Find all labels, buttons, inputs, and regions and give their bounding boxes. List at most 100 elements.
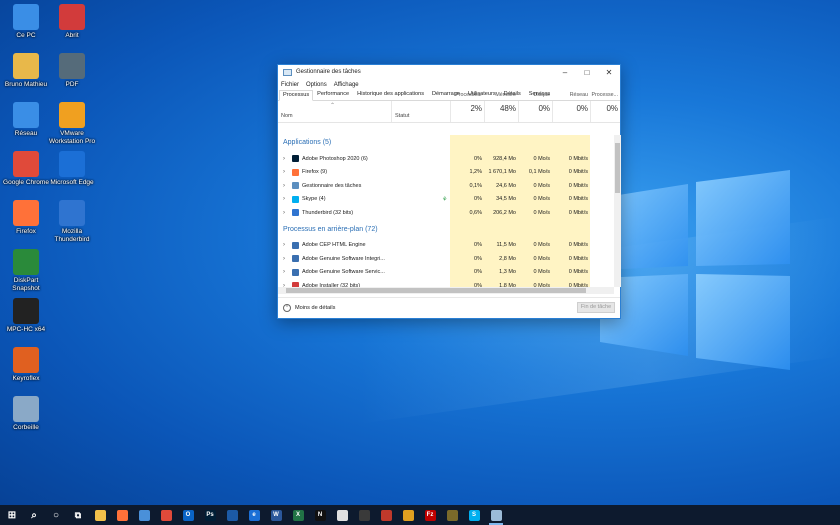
expand-chevron-icon[interactable]: › xyxy=(283,242,285,248)
taskbar-button[interactable] xyxy=(441,505,463,525)
disk-value: 0 Mo/s xyxy=(533,269,550,276)
taskbar-button[interactable]: N xyxy=(309,505,331,525)
sort-up-icon: ⌃ xyxy=(330,103,336,109)
process-name: Firefox (9) xyxy=(302,169,328,176)
taskbar-button[interactable] xyxy=(375,505,397,525)
taskbar-button[interactable]: ⊞ xyxy=(1,505,23,525)
expand-chevron-icon[interactable]: › xyxy=(283,269,285,275)
desktop-icon[interactable]: Abrit xyxy=(48,4,96,40)
desktop-icon[interactable]: Keyroflex xyxy=(2,347,50,383)
app-icon xyxy=(380,509,392,521)
process-row[interactable]: › Gestionnaire des tâches 0,1% 24,6 Mo 0 Mo/… xyxy=(278,179,614,193)
expand-chevron-icon[interactable]: › xyxy=(283,196,285,202)
network-value: 0 Mbit/s xyxy=(568,255,588,262)
expand-chevron-icon[interactable]: › xyxy=(283,156,285,162)
process-row[interactable]: › Skype (4) 0% 34,5 Mo 0 Mo/s 0 Mbit/s ⚘ xyxy=(278,193,614,207)
process-name: Skype (4) xyxy=(302,196,326,203)
desktop-icon[interactable]: Bruno Mathieu xyxy=(2,53,50,89)
taskbar-button[interactable] xyxy=(331,505,353,525)
vertical-scrollbar[interactable] xyxy=(614,135,621,287)
process-name: Gestionnaire des tâches xyxy=(302,182,362,189)
taskbar-button[interactable]: S xyxy=(463,505,485,525)
process-row[interactable]: › Thunderbird (32 bits) 0,6% 206,2 Mo 0 Mo/s… xyxy=(278,206,614,220)
menu-affichage[interactable]: Affichage xyxy=(334,82,359,88)
process-row[interactable]: › Adobe CEP HTML Engine 0% 11,5 Mo 0 Mo/s 0 M… xyxy=(278,239,614,253)
tab-historique[interactable]: Historique des applications xyxy=(353,89,428,100)
process-icon xyxy=(292,209,299,217)
desktop-icon[interactable]: VMware Workstation Pro xyxy=(48,102,96,146)
taskbar-button[interactable] xyxy=(485,505,507,525)
tab-performance[interactable]: Performance xyxy=(313,89,353,100)
taskbar-button[interactable]: ○ xyxy=(45,505,67,525)
expand-chevron-icon[interactable]: › xyxy=(283,183,285,189)
taskbar-button[interactable] xyxy=(111,505,133,525)
column-status[interactable]: Statut xyxy=(395,113,409,119)
expand-chevron-icon[interactable]: › xyxy=(283,210,285,216)
tab-bar: Processus Performance Historique des app… xyxy=(278,90,620,101)
process-row[interactable]: › Adobe Genuine Software Integri... 0% 2,8 … xyxy=(278,252,614,266)
taskbar-button[interactable]: ⧉ xyxy=(67,505,89,525)
minimize-button[interactable]: – xyxy=(554,65,576,79)
disk-value: 0 Mo/s xyxy=(533,155,550,162)
expand-chevron-icon[interactable]: › xyxy=(283,256,285,262)
desktop-icon[interactable]: Firefox xyxy=(2,200,50,236)
desktop-icon[interactable]: Ce PC xyxy=(2,4,50,40)
end-task-button[interactable]: Fin de tâche xyxy=(577,302,615,313)
column-name[interactable]: Nom xyxy=(281,113,293,119)
taskbar-button[interactable]: O xyxy=(177,505,199,525)
network-value: 0 Mbit/s xyxy=(568,155,588,162)
network-value: 0 Mbit/s xyxy=(568,242,588,249)
expand-chevron-icon[interactable]: › xyxy=(283,169,285,175)
process-icon xyxy=(292,255,299,263)
desktop-icon-label: Google Chrome xyxy=(3,179,49,186)
network-value: 0 Mbit/s xyxy=(568,196,588,203)
window-title: Gestionnaire des tâches xyxy=(296,69,361,75)
taskbar-button[interactable] xyxy=(89,505,111,525)
desktop-icon[interactable]: Corbeille xyxy=(2,396,50,432)
desktop-icon-label: Bruno Mathieu xyxy=(4,81,48,88)
cpu-value: 0% xyxy=(474,155,482,162)
taskbar-button[interactable]: Ps xyxy=(199,505,221,525)
process-row[interactable]: › Adobe Installer (32 bits) 0% 1,8 Mo 0 Mo/s… xyxy=(278,279,614,287)
maximize-button[interactable]: □ xyxy=(576,65,598,79)
user-folder-icon xyxy=(13,53,39,79)
process-row[interactable]: › Adobe Photoshop 2020 (6) 0% 928,4 Mo 0 Mo/… xyxy=(278,152,614,166)
desktop-icon-label: DiskPart Snapshot xyxy=(12,277,40,292)
desktop-icon[interactable]: DiskPart Snapshot xyxy=(2,249,50,293)
memory-value: 206,2 Mo xyxy=(493,209,516,216)
disk-value: 0,1 Mo/s xyxy=(528,169,550,176)
app-icon xyxy=(358,509,370,521)
desktop-icon[interactable]: Microsoft Edge xyxy=(48,151,96,187)
desktop-icon-label: Réseau xyxy=(14,130,38,137)
close-button[interactable]: ✕ xyxy=(598,65,620,79)
menu-fichier[interactable]: Fichier xyxy=(281,82,299,88)
desktop-icon[interactable]: Réseau xyxy=(2,102,50,138)
taskbar-button[interactable] xyxy=(155,505,177,525)
menu-options[interactable]: Options xyxy=(306,82,327,88)
task-manager-window: Gestionnaire des tâches – □ ✕ Fichier Op… xyxy=(277,64,621,319)
app-icon xyxy=(446,509,458,521)
taskbar-button[interactable] xyxy=(353,505,375,525)
desktop-icon[interactable]: Google Chrome xyxy=(2,151,50,187)
less-details-button[interactable]: ⌃ Moins de détails xyxy=(283,304,335,312)
horizontal-scrollbar[interactable] xyxy=(278,287,614,294)
process-row[interactable]: › Firefox (9) 1,2% 1 670,1 Mo 0,1 Mo/s 0 Mbit… xyxy=(278,166,614,180)
taskbar-button[interactable] xyxy=(133,505,155,525)
desktop-icon[interactable]: MPC-HC x64 xyxy=(2,298,50,334)
desktop-icon[interactable]: PDF xyxy=(48,53,96,89)
column-headers: ⌃ Nom Statut 2% Processeur 48% Mémoire 0… xyxy=(278,92,620,123)
taskbar-button[interactable]: Fz xyxy=(419,505,441,525)
process-name: Adobe Genuine Software Servic... xyxy=(302,269,385,276)
memory-value: 24,6 Mo xyxy=(496,182,516,189)
process-row[interactable]: › Adobe Genuine Software Servic... 0% 1,3 M… xyxy=(278,266,614,280)
desktop-icon[interactable]: Mozilla Thunderbird xyxy=(48,200,96,244)
taskbar-button[interactable] xyxy=(397,505,419,525)
taskbar-button[interactable] xyxy=(221,505,243,525)
taskbar-button[interactable]: e xyxy=(243,505,265,525)
tab-processus[interactable]: Processus xyxy=(279,90,314,101)
taskbar-button[interactable]: W xyxy=(265,505,287,525)
taskbar-button[interactable]: X xyxy=(287,505,309,525)
edge-icon: e xyxy=(248,509,260,521)
taskbar-button[interactable]: ⌕ xyxy=(23,505,45,525)
cpu-value: 0% xyxy=(474,269,482,276)
